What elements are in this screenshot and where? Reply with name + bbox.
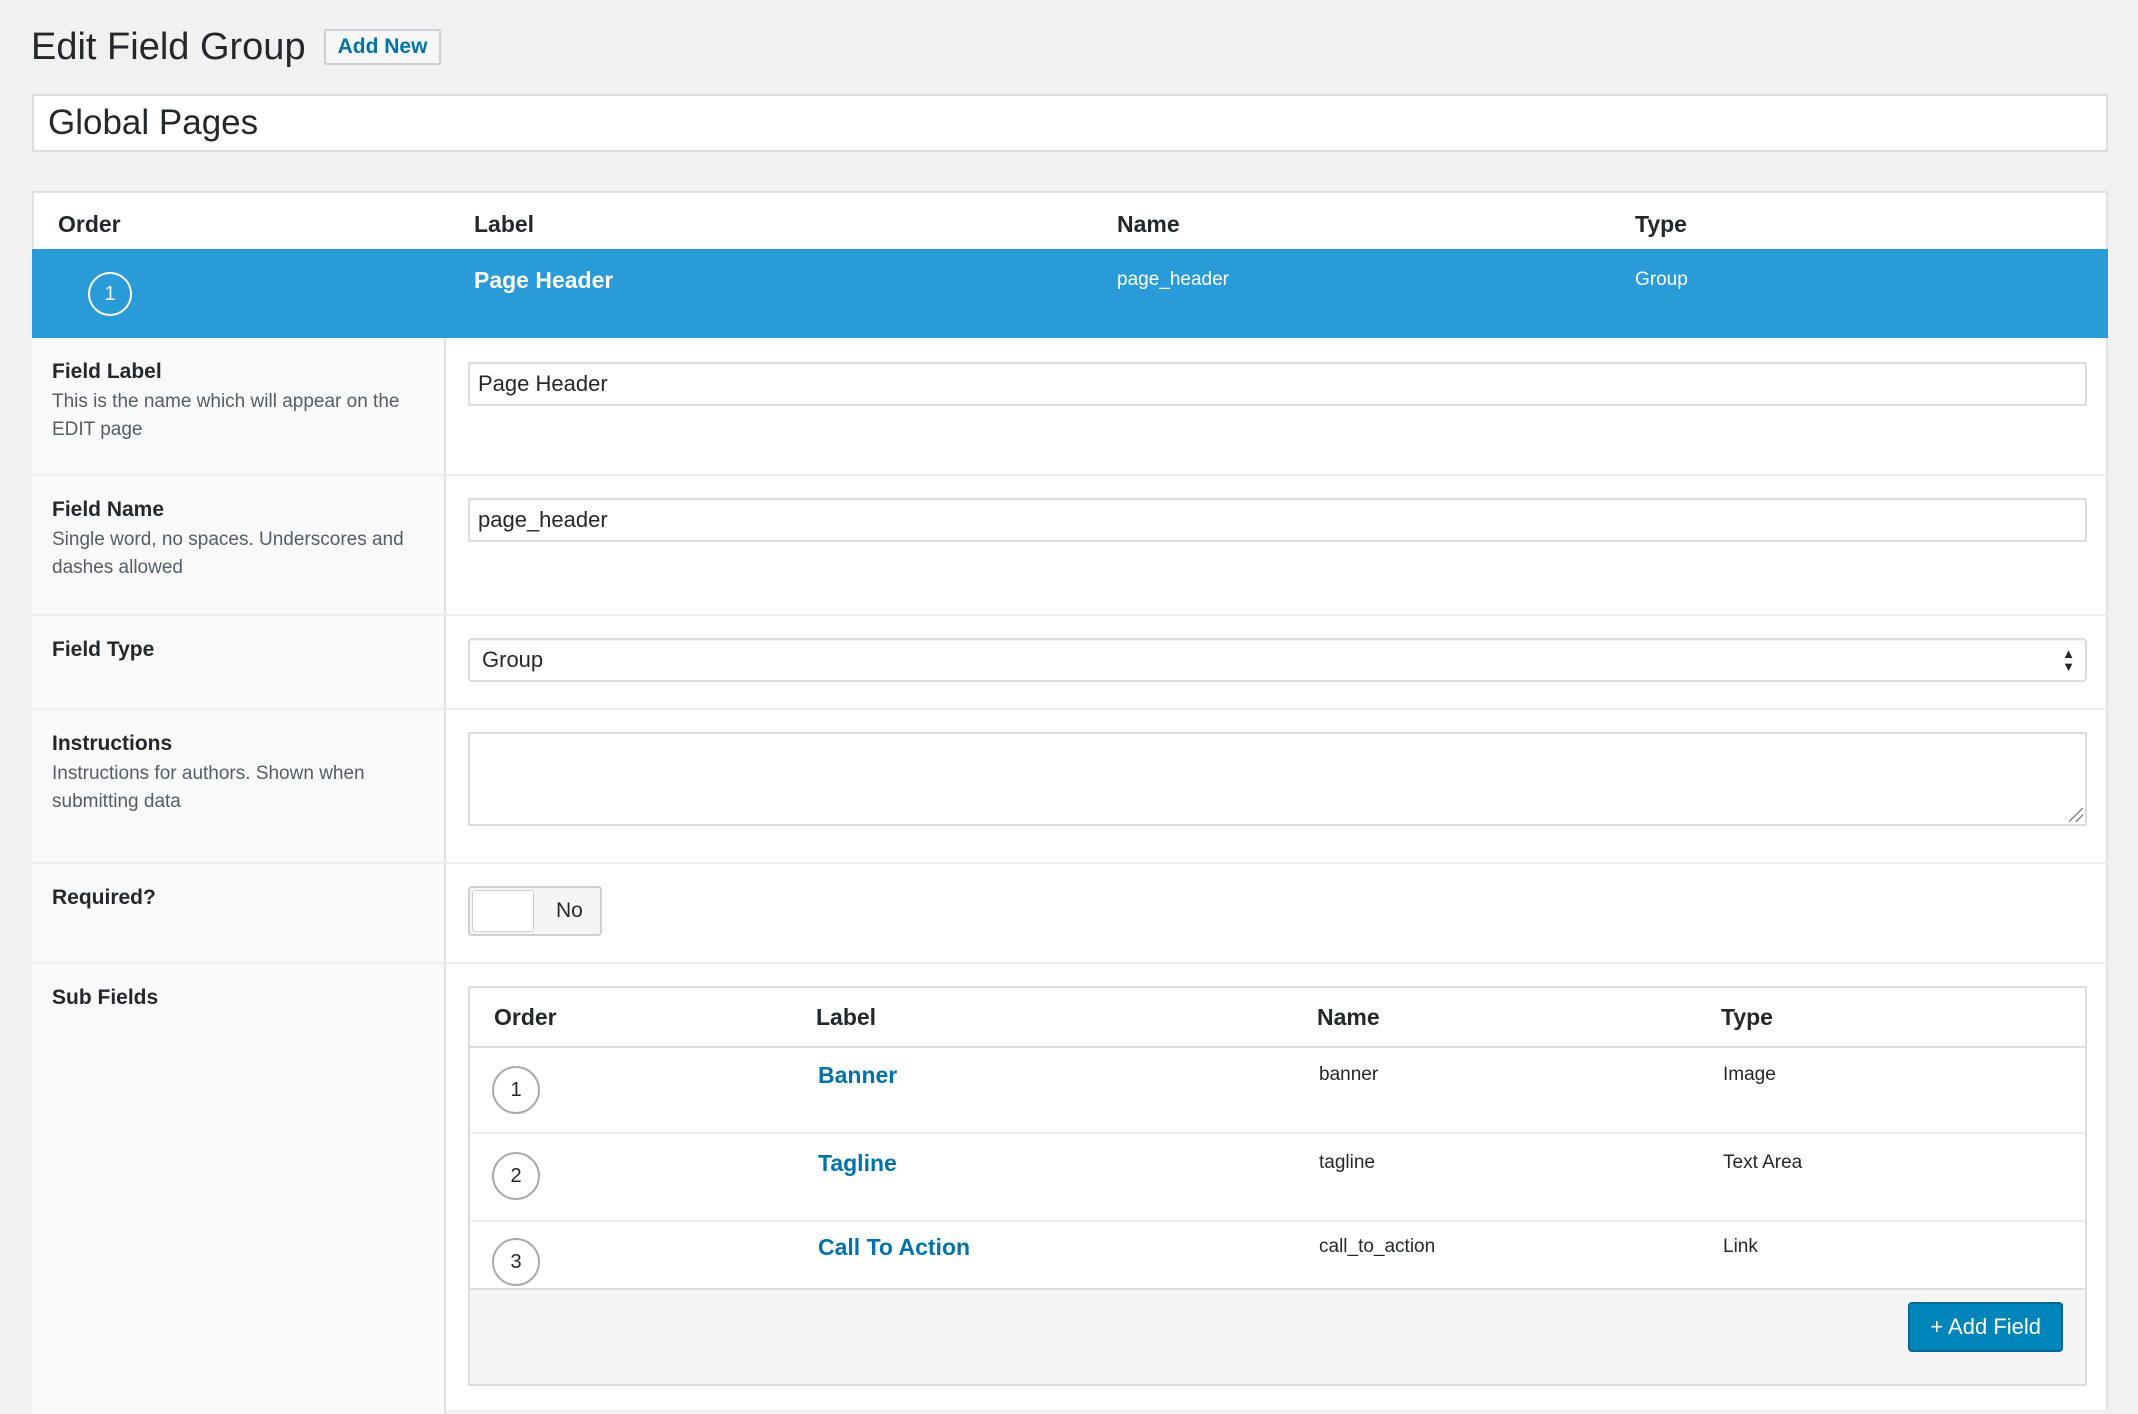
sub-fields-footer: + Add Field [470, 1288, 2085, 1384]
setting-title: Instructions [52, 732, 173, 755]
column-name: Name [1117, 211, 1180, 237]
column-label: Label [474, 211, 535, 237]
active-field-row[interactable]: 1 Page Header page_header Group [32, 249, 2108, 338]
fields-table-header: Order Label Name Type [34, 193, 2106, 251]
setting-title: Field Type [52, 638, 155, 661]
field-row-name: page_header [1117, 269, 1229, 290]
sub-field-label-link[interactable]: Tagline [818, 1150, 897, 1177]
field-settings: Field Label This is the name which will … [32, 338, 2108, 1414]
fields-panel: Order Label Name Type 1 Page Header page… [32, 191, 2108, 1414]
sub-fields-table: Order Label Name Type 1 Banner banner Im… [468, 986, 2087, 1386]
sub-field-name: banner [1319, 1064, 1379, 1085]
setting-title: Sub Fields [52, 986, 159, 1009]
sub-field-order-badge[interactable]: 2 [492, 1152, 540, 1200]
sub-field-type: Link [1723, 1236, 1758, 1257]
sub-field-name: call_to_action [1319, 1236, 1436, 1257]
sub-field-order-badge[interactable]: 1 [492, 1066, 540, 1114]
add-new-button[interactable]: Add New [323, 29, 442, 65]
group-title-input[interactable]: Global Pages [32, 94, 2108, 152]
select-arrows-icon: ▲ ▼ [2062, 646, 2075, 674]
setting-field-name: Field Name Single word, no spaces. Under… [32, 476, 2108, 616]
sub-field-row[interactable]: 2 Tagline tagline Text Area [470, 1134, 2085, 1222]
field-name-input[interactable]: page_header [468, 498, 2087, 542]
required-toggle[interactable]: No [468, 886, 602, 936]
sub-fields-header: Order Label Name Type [470, 988, 2085, 1048]
sub-field-row[interactable]: 1 Banner banner Image [470, 1046, 2085, 1134]
page-header: Edit Field Group Add New [31, 22, 442, 72]
page-title: Edit Field Group [31, 25, 306, 68]
toggle-state-label: No [556, 899, 583, 922]
column-label: Label [816, 1004, 877, 1030]
setting-instructions: Instructions Instructions for authors. S… [32, 710, 2108, 864]
field-order-badge[interactable]: 1 [88, 272, 132, 316]
setting-description: Instructions for authors. Shown when sub… [52, 763, 365, 812]
setting-title: Field Label [52, 360, 162, 383]
sub-field-type: Text Area [1723, 1152, 1803, 1173]
sub-field-label-link[interactable]: Banner [818, 1062, 897, 1089]
setting-description: This is the name which will appear on th… [52, 391, 400, 440]
field-row-label[interactable]: Page Header [474, 267, 613, 294]
setting-title: Required? [52, 886, 156, 909]
field-row-type: Group [1635, 269, 1688, 290]
setting-description: Single word, no spaces. Underscores and … [52, 529, 404, 578]
column-type: Type [1721, 1004, 1773, 1030]
setting-required: Required? No [32, 864, 2108, 964]
setting-field-type: Field Type Group ▲ ▼ [32, 616, 2108, 710]
column-order: Order [494, 1004, 557, 1030]
column-order: Order [58, 211, 121, 237]
setting-title: Field Name [52, 498, 165, 521]
field-type-select[interactable]: Group ▲ ▼ [468, 638, 2087, 682]
toggle-knob [472, 890, 534, 932]
column-name: Name [1317, 1004, 1380, 1030]
sub-field-label-link[interactable]: Call To Action [818, 1234, 970, 1261]
sub-field-order-badge[interactable]: 3 [492, 1238, 540, 1286]
setting-field-label: Field Label This is the name which will … [32, 338, 2108, 476]
column-type: Type [1635, 211, 1687, 237]
add-field-button[interactable]: + Add Field [1908, 1302, 2063, 1352]
setting-sub-fields: Sub Fields Order Label Name Type 1 Banne… [32, 964, 2108, 1414]
field-label-input[interactable]: Page Header [468, 362, 2087, 406]
sub-field-type: Image [1723, 1064, 1776, 1085]
resize-handle-icon[interactable] [2069, 808, 2083, 822]
instructions-textarea[interactable] [468, 732, 2087, 826]
field-type-selected-value: Group [482, 647, 544, 672]
sub-field-name: tagline [1319, 1152, 1375, 1173]
